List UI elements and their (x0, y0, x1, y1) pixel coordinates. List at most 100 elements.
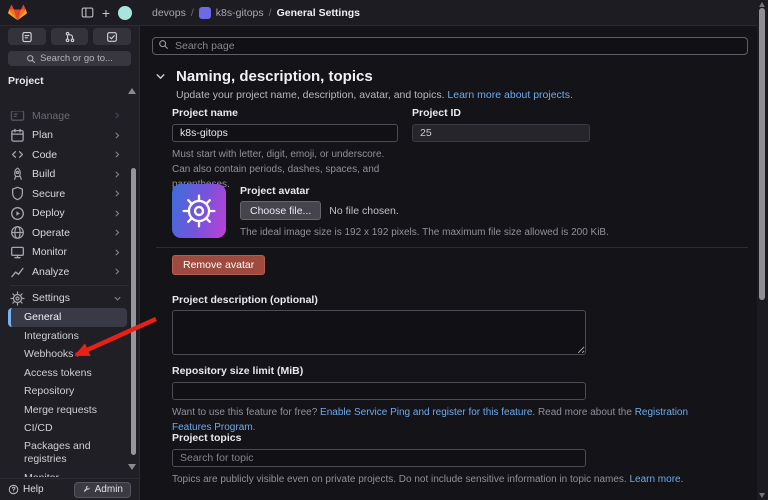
admin-button[interactable]: Admin (74, 482, 131, 498)
sidebar-scrollbar-up-arrow[interactable] (128, 88, 136, 94)
topics-help-text: Topics are publicly visible even on priv… (172, 474, 629, 485)
sidebar-item-manage[interactable]: Manage (0, 111, 139, 126)
section-header: Naming, description, topics (154, 68, 373, 85)
breadcrumb-project-link[interactable]: k8s-gitops (216, 7, 264, 19)
section-subtitle: Update your project name, description, a… (176, 89, 573, 101)
sidebar-subitem-label: Integrations (24, 330, 79, 342)
page-scrollbar-up-arrow[interactable] (759, 2, 765, 7)
help-label: Help (23, 484, 44, 495)
breadcrumb-current-page: General Settings (277, 7, 360, 19)
chevron-right-icon (112, 169, 123, 180)
sidebar-subitem-label: Merge requests (24, 404, 97, 416)
sidebar-context-label: Project (8, 75, 139, 87)
sidebar-subitem-monitor[interactable]: Monitor (0, 469, 139, 478)
breadcrumb-project-avatar (199, 7, 211, 19)
sidebar-subitem-integrations[interactable]: Integrations (0, 327, 139, 346)
topics-learn-more-link[interactable]: Learn more. (629, 474, 683, 485)
sidebar-footer: Help Admin (0, 478, 139, 500)
no-file-chosen-text: No file chosen. (329, 205, 398, 217)
top-bar: + devops / k8s-gitops / General Settings (0, 0, 768, 26)
sidebar-scrollbar-down-arrow[interactable] (128, 464, 136, 470)
project-avatar-label: Project avatar (240, 185, 652, 197)
search-icon (158, 39, 169, 50)
sidebar-subitem-general[interactable]: General (8, 308, 127, 327)
merge-requests-shortcut-button[interactable] (51, 28, 89, 45)
sidebar-subitem-webhooks[interactable]: Webhooks (0, 345, 139, 364)
project-id-input (412, 124, 590, 142)
size-limit-help-text: Want to use this feature for free? (172, 407, 320, 418)
topbar-left-cluster: + (0, 0, 140, 25)
breadcrumb-separator: / (191, 7, 194, 19)
todo-shortcut-button[interactable] (93, 28, 131, 45)
nav-divider (10, 285, 129, 286)
topics-help: Topics are publicly visible even on priv… (172, 472, 732, 487)
sidebar-toggle-icon[interactable] (81, 6, 94, 19)
create-new-icon[interactable]: + (102, 6, 110, 20)
sidebar-item-label: Analyze (32, 266, 69, 278)
issues-icon (21, 31, 33, 43)
size-limit-input[interactable] (172, 382, 586, 400)
sidebar-item-settings[interactable]: Settings (0, 289, 139, 309)
sidebar-shortcuts (8, 28, 131, 45)
user-avatar[interactable] (118, 6, 132, 20)
todo-list-icon (106, 31, 118, 43)
issues-shortcut-button[interactable] (8, 28, 46, 45)
size-limit-label: Repository size limit (MiB) (172, 365, 586, 377)
avatar-help-text: The ideal image size is 192 x 192 pixels… (240, 225, 652, 240)
sidebar-subitem-cicd[interactable]: CI/CD (0, 419, 139, 438)
project-topics-field: Project topics Topics are publicly visib… (172, 432, 586, 487)
sidebar-item-analyze[interactable]: Analyze (0, 262, 139, 282)
collapse-chevron-icon[interactable] (154, 70, 167, 83)
sidebar-subitem-label: Monitor (24, 472, 59, 477)
choose-file-button[interactable]: Choose file... (240, 201, 321, 220)
sidebar-item-label: Secure (32, 188, 65, 200)
search-or-go-to-label: Search or go to... (40, 53, 113, 64)
sidebar-item-plan[interactable]: Plan (0, 126, 139, 146)
globe-icon (10, 225, 25, 240)
sidebar-subitem-packages-registries[interactable]: Packages and registries (0, 438, 139, 469)
help-button[interactable]: Help (8, 484, 44, 495)
project-topics-label: Project topics (172, 432, 586, 444)
section-title: Naming, description, topics (176, 68, 373, 85)
size-limit-help: Want to use this feature for free? Enabl… (172, 405, 720, 435)
sidebar-subitem-repository[interactable]: Repository (0, 382, 139, 401)
topics-search-input[interactable] (172, 449, 586, 467)
page-scrollbar-down-arrow[interactable] (759, 493, 765, 498)
enable-service-ping-link[interactable]: Enable Service Ping and register for thi… (320, 407, 532, 418)
sidebar-scrollbar-thumb[interactable] (131, 168, 136, 455)
deploy-icon (10, 206, 25, 221)
sidebar-subitem-label: Repository (24, 385, 74, 397)
breadcrumb: devops / k8s-gitops / General Settings (152, 7, 360, 19)
sidebar-item-build[interactable]: Build (0, 165, 139, 185)
chevron-right-icon (112, 111, 123, 121)
search-page-input[interactable] (152, 37, 748, 55)
sidebar: Search or go to... Project Manage Plan C… (0, 26, 140, 500)
page-scrollbar (757, 0, 768, 500)
admin-label: Admin (95, 484, 123, 495)
sidebar-subitem-label: Access tokens (24, 367, 92, 379)
remove-avatar-button[interactable]: Remove avatar (172, 255, 265, 275)
chevron-right-icon (112, 208, 123, 219)
sidebar-item-operate[interactable]: Operate (0, 223, 139, 243)
project-avatar-image (172, 184, 226, 238)
page-scrollbar-thumb[interactable] (759, 8, 765, 300)
chevron-right-icon (112, 266, 123, 277)
section-subtitle-text: Update your project name, description, a… (176, 89, 447, 101)
search-or-go-to-button[interactable]: Search or go to... (8, 51, 131, 66)
sidebar-item-secure[interactable]: Secure (0, 184, 139, 204)
repository-size-limit-field: Repository size limit (MiB) Want to use … (172, 365, 586, 435)
sidebar-item-code[interactable]: Code (0, 145, 139, 165)
sidebar-item-deploy[interactable]: Deploy (0, 204, 139, 224)
monitor-icon (10, 245, 25, 260)
shield-icon (10, 186, 25, 201)
breadcrumb-group-link[interactable]: devops (152, 7, 186, 19)
project-name-input[interactable] (172, 124, 398, 142)
sidebar-item-monitor[interactable]: Monitor (0, 243, 139, 263)
project-description-textarea[interactable] (172, 310, 586, 355)
code-icon (10, 147, 25, 162)
sidebar-subitem-access-tokens[interactable]: Access tokens (0, 364, 139, 383)
learn-more-projects-link[interactable]: Learn more about projects. (447, 89, 573, 101)
gitlab-logo-icon[interactable] (8, 4, 27, 22)
plan-icon (10, 128, 25, 143)
sidebar-subitem-merge-requests[interactable]: Merge requests (0, 401, 139, 420)
